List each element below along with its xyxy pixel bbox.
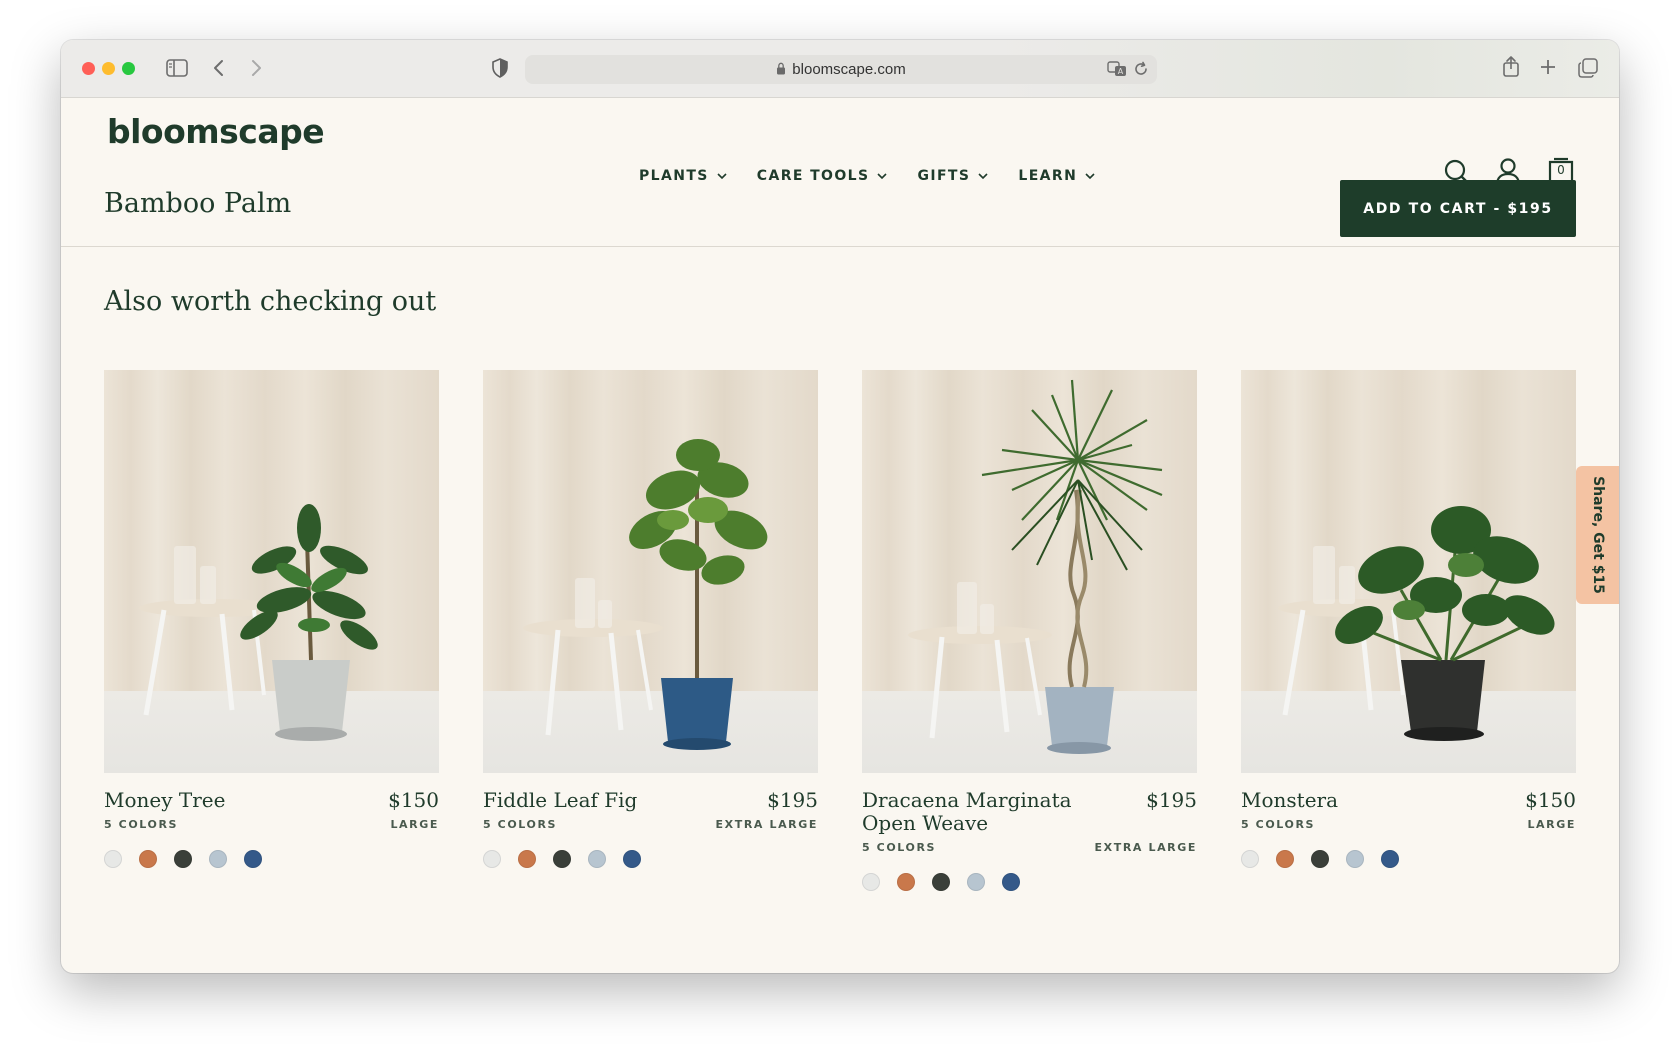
swatch-charcoal[interactable]: [932, 873, 950, 891]
product-size: EXTRA LARGE: [1094, 841, 1197, 854]
product-price: $195: [767, 788, 818, 812]
chevron-down-icon: [877, 173, 888, 180]
product-card-fiddle-leaf-fig[interactable]: Fiddle Leaf Fig $195 5 COLORS EXTRA LARG…: [483, 370, 818, 868]
share-tab-label: Share, Get $15: [1590, 476, 1606, 594]
new-tab-icon[interactable]: [1540, 59, 1556, 75]
swatch-charcoal[interactable]: [1311, 850, 1329, 868]
product-size: EXTRA LARGE: [715, 818, 818, 831]
nav-learn-label: LEARN: [1018, 168, 1078, 184]
product-image[interactable]: [862, 370, 1197, 773]
chevron-down-icon: [978, 173, 988, 180]
privacy-shield-icon[interactable]: [491, 58, 509, 78]
product-size: LARGE: [390, 818, 439, 831]
swatch-clay[interactable]: [1276, 850, 1294, 868]
minimize-window-button[interactable]: [102, 62, 115, 75]
product-colors-count: 5 COLORS: [862, 841, 937, 854]
nav-plants-label: PLANTS: [639, 168, 709, 184]
swatch-indigo[interactable]: [1381, 850, 1399, 868]
swatch-charcoal[interactable]: [553, 850, 571, 868]
swatch-charcoal[interactable]: [174, 850, 192, 868]
product-image[interactable]: [1241, 370, 1576, 773]
product-title: Bamboo Palm: [104, 188, 292, 219]
chevron-down-icon: [1085, 173, 1095, 180]
plant-illustration: [523, 439, 768, 750]
product-price: $150: [1525, 788, 1576, 812]
product-name[interactable]: Money Tree: [104, 789, 225, 812]
swatch-slate[interactable]: [588, 850, 606, 868]
browser-window: bloomscape.com A bloomscape PLANTS CARE …: [61, 40, 1619, 973]
nav-learn[interactable]: LEARN: [1018, 168, 1095, 184]
swatch-stone[interactable]: [1241, 850, 1259, 868]
nav-gifts-label: GIFTS: [917, 168, 971, 184]
main-nav: PLANTS CARE TOOLS GIFTS LEARN: [639, 168, 1125, 184]
product-card-monstera[interactable]: Monstera $150 5 COLORS LARGE: [1241, 370, 1576, 868]
nav-plants[interactable]: PLANTS: [639, 168, 727, 184]
product-name[interactable]: Monstera: [1241, 789, 1338, 812]
zoom-window-button[interactable]: [122, 62, 135, 75]
product-price: $150: [388, 788, 439, 812]
product-card-money-tree[interactable]: Money Tree $150 5 COLORS LARGE: [104, 370, 439, 868]
plant-illustration: [139, 504, 378, 741]
site-logo[interactable]: bloomscape: [107, 112, 325, 151]
nav-gifts[interactable]: GIFTS: [917, 168, 988, 184]
back-icon[interactable]: [213, 59, 225, 77]
product-size: LARGE: [1527, 818, 1576, 831]
translate-icon[interactable]: A: [1107, 60, 1127, 78]
product-image[interactable]: [483, 370, 818, 773]
product-card-dracaena-marginata[interactable]: Dracaena Marginata Open Weave $195 5 COL…: [862, 370, 1197, 891]
close-window-button[interactable]: [82, 62, 95, 75]
swatch-stone[interactable]: [862, 873, 880, 891]
url-label: bloomscape.com: [792, 61, 906, 78]
share-icon[interactable]: [1502, 55, 1520, 77]
browser-toolbar: bloomscape.com A: [61, 40, 1619, 98]
plant-illustration: [908, 379, 1163, 754]
forward-icon[interactable]: [250, 59, 262, 77]
plant-illustration: [1278, 506, 1555, 741]
swatch-slate[interactable]: [967, 873, 985, 891]
swatch-indigo[interactable]: [1002, 873, 1020, 891]
color-swatches: [104, 850, 439, 868]
product-name[interactable]: Dracaena Marginata Open Weave: [862, 789, 1092, 835]
chevron-down-icon: [717, 173, 727, 180]
product-colors-count: 5 COLORS: [1241, 818, 1316, 831]
color-swatches: [483, 850, 818, 868]
share-get-15-tab[interactable]: Share, Get $15: [1576, 466, 1619, 604]
swatch-stone[interactable]: [104, 850, 122, 868]
product-image[interactable]: [104, 370, 439, 773]
add-to-cart-button[interactable]: ADD TO CART - $195: [1340, 180, 1576, 237]
product-colors-count: 5 COLORS: [104, 818, 179, 831]
tab-overview-icon[interactable]: [1578, 58, 1598, 78]
swatch-indigo[interactable]: [623, 850, 641, 868]
address-bar[interactable]: bloomscape.com A: [525, 55, 1157, 84]
swatch-slate[interactable]: [1346, 850, 1364, 868]
swatch-clay[interactable]: [897, 873, 915, 891]
product-colors-count: 5 COLORS: [483, 818, 558, 831]
svg-text:A: A: [1118, 67, 1124, 76]
swatch-slate[interactable]: [209, 850, 227, 868]
lock-icon: [777, 62, 786, 75]
swatch-clay[interactable]: [518, 850, 536, 868]
swatch-clay[interactable]: [139, 850, 157, 868]
cart-count: 0: [1557, 163, 1565, 177]
sidebar-toggle-icon[interactable]: [166, 59, 188, 77]
reload-icon[interactable]: [1133, 61, 1149, 77]
section-title: Also worth checking out: [104, 286, 437, 317]
color-swatches: [862, 873, 1197, 891]
product-name[interactable]: Fiddle Leaf Fig: [483, 789, 637, 812]
swatch-stone[interactable]: [483, 850, 501, 868]
swatch-indigo[interactable]: [244, 850, 262, 868]
url-text: bloomscape.com: [525, 61, 1157, 78]
nav-care-tools-label: CARE TOOLS: [756, 168, 870, 184]
product-price: $195: [1146, 788, 1197, 812]
header-divider: [61, 246, 1619, 247]
nav-care-tools[interactable]: CARE TOOLS: [757, 168, 888, 184]
color-swatches: [1241, 850, 1576, 868]
